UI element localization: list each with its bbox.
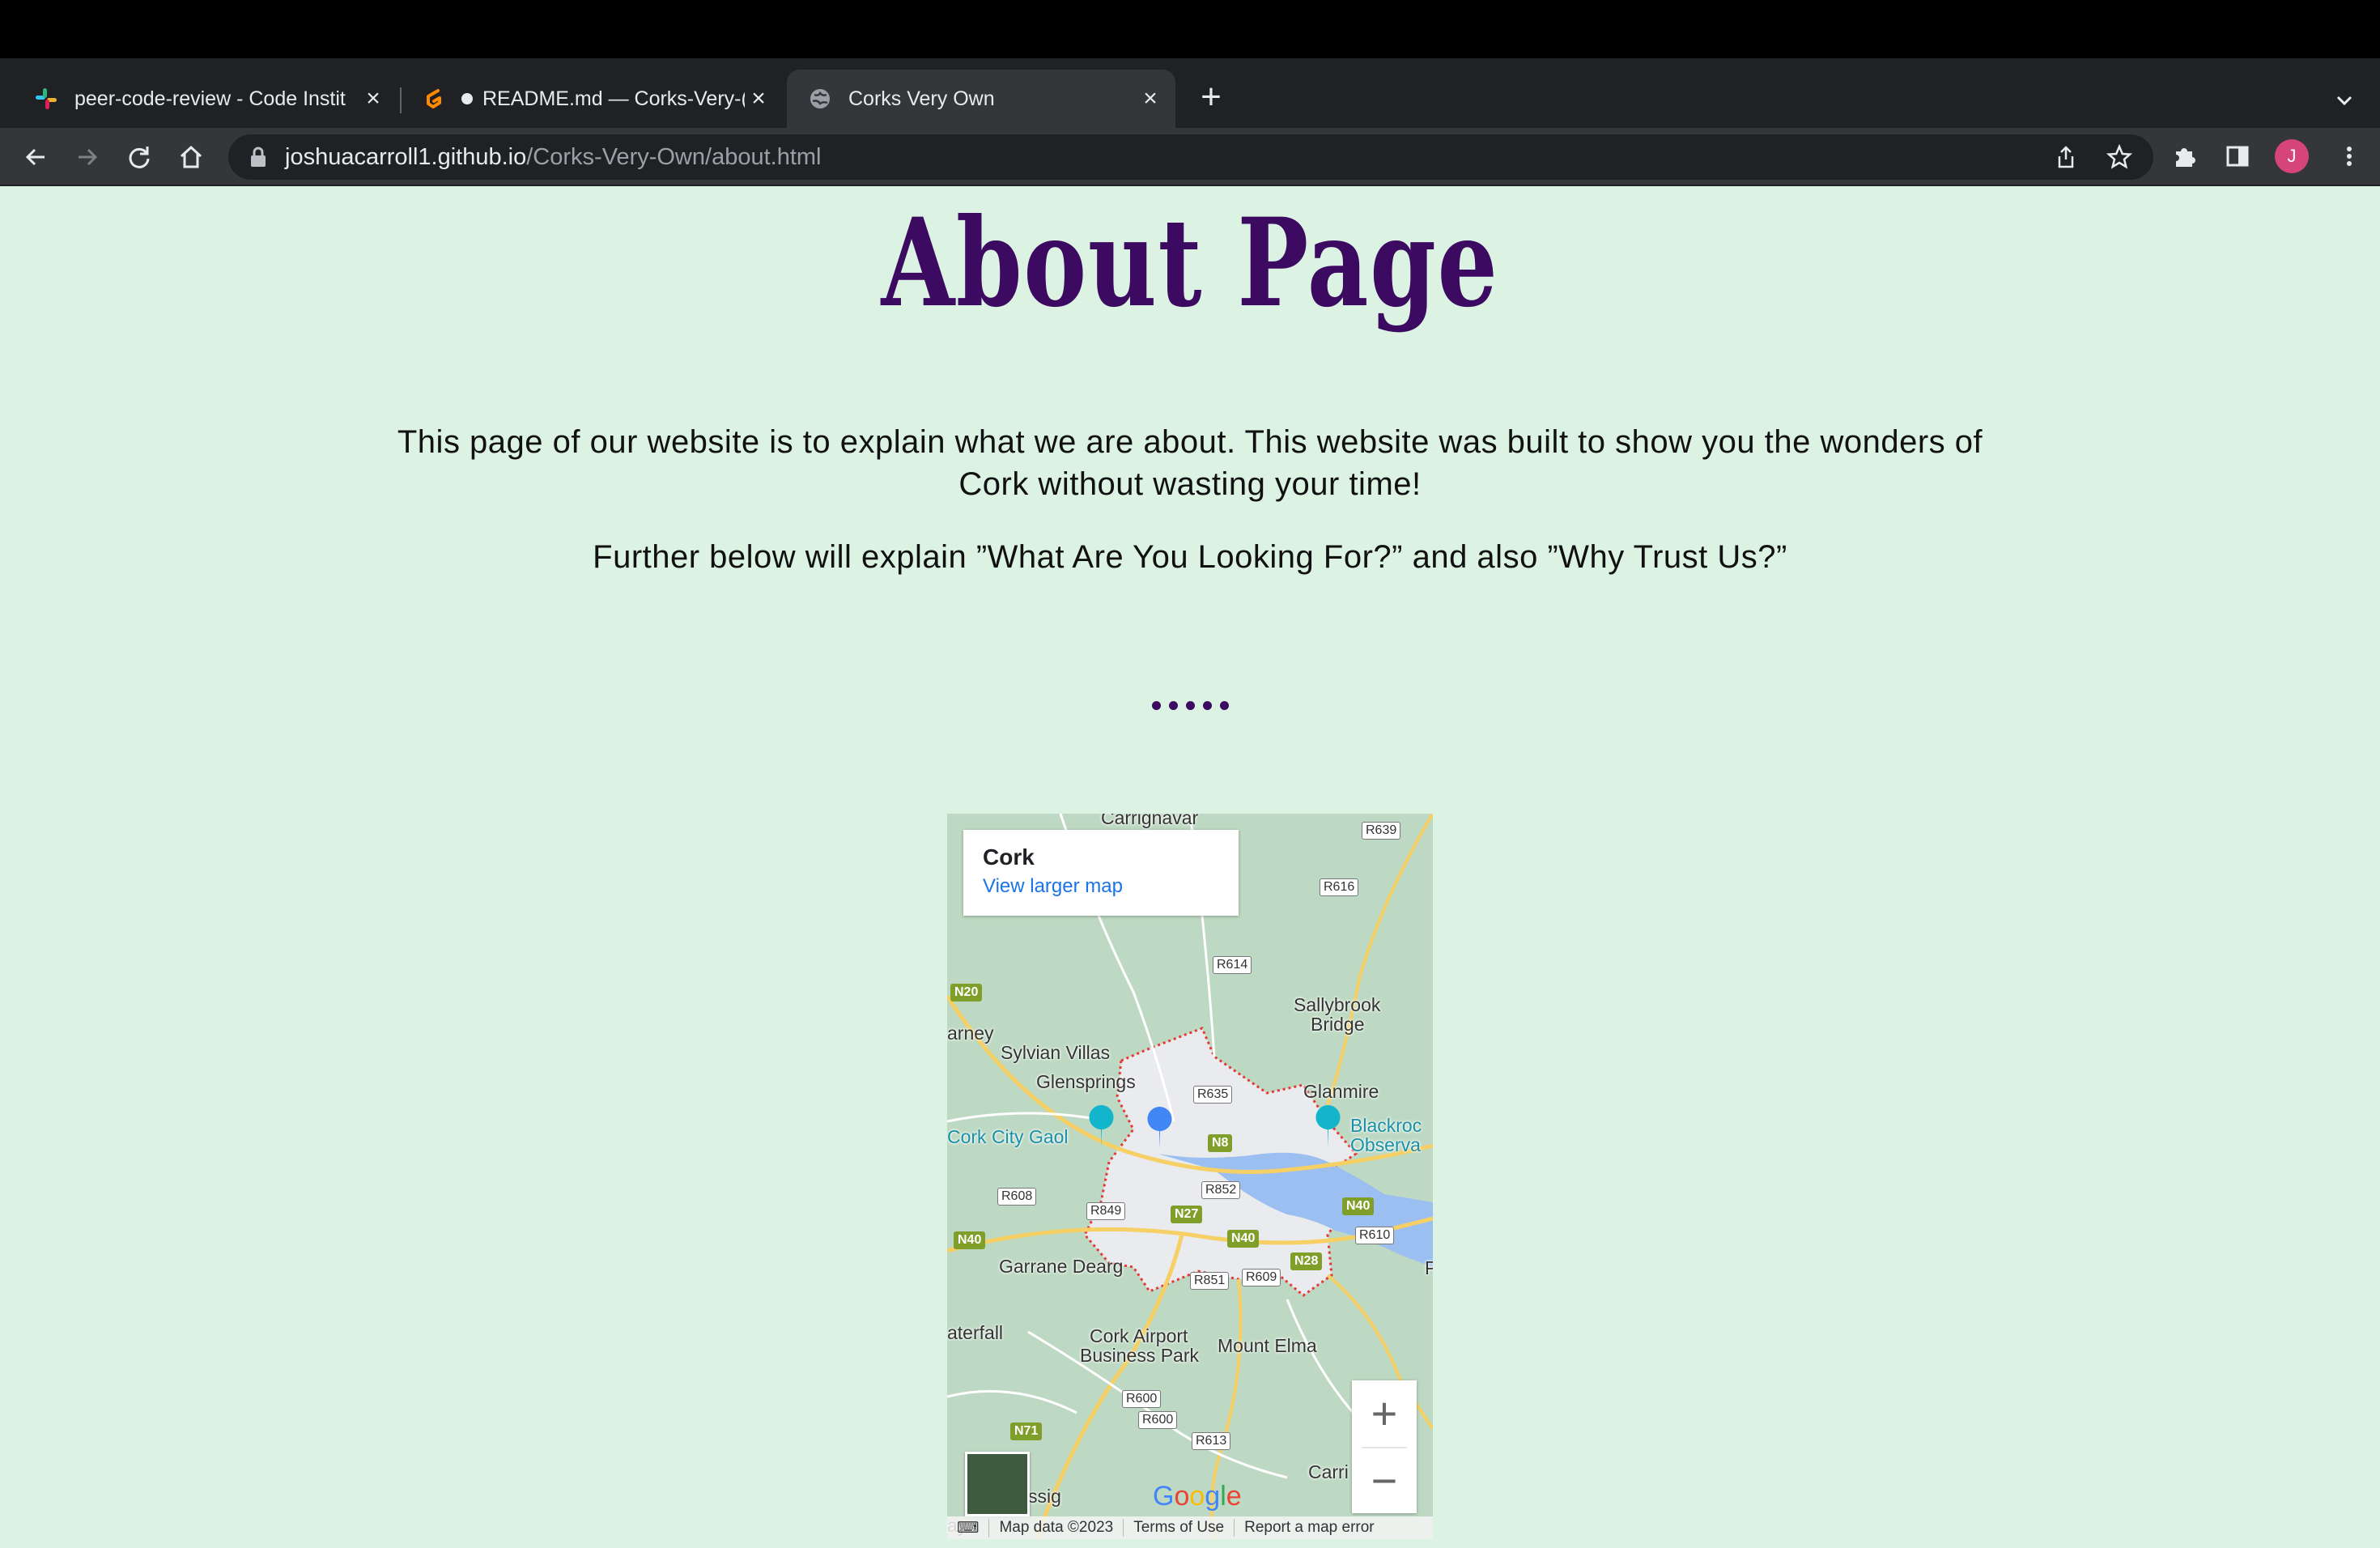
road-label: R600 <box>1138 1411 1178 1429</box>
map-label: Mount Elma <box>1218 1335 1317 1356</box>
unsaved-dot-icon <box>461 93 473 104</box>
share-icon[interactable] <box>2051 142 2080 172</box>
map-label: arney <box>947 1023 994 1044</box>
map-label: ssig <box>1028 1486 1061 1507</box>
google-logo: Google <box>1153 1481 1242 1512</box>
map-place-name: Cork <box>983 844 1035 870</box>
profile-avatar[interactable]: J <box>2275 139 2309 173</box>
map-label: Carri <box>1308 1461 1349 1482</box>
close-tab-icon[interactable]: × <box>745 85 772 113</box>
road-label: N20 <box>950 984 983 1002</box>
terms-of-use-link[interactable]: Terms of Use <box>1124 1519 1235 1537</box>
road-label: R613 <box>1192 1432 1231 1450</box>
close-tab-icon[interactable]: × <box>1137 85 1164 113</box>
view-larger-map-link[interactable]: View larger map <box>983 875 1219 898</box>
url-path: /Corks-Very-Own/about.html <box>526 143 822 170</box>
road-label: R851 <box>1190 1272 1230 1290</box>
road-label: R610 <box>1355 1227 1395 1244</box>
zoom-in-button[interactable]: + <box>1352 1380 1417 1447</box>
bookmark-star-icon[interactable] <box>2105 142 2134 172</box>
tab-corks-very-own[interactable]: Corks Very Own × <box>787 70 1175 128</box>
map-label: aterfall <box>947 1322 1004 1343</box>
gitpod-icon <box>419 85 447 113</box>
road-label: N28 <box>1290 1252 1323 1270</box>
road-label: N8 <box>1208 1134 1233 1152</box>
road-label: R600 <box>1122 1390 1162 1408</box>
back-button[interactable] <box>18 139 53 175</box>
road-label: R849 <box>1086 1202 1126 1220</box>
map-label: Sallybrook <box>1294 994 1381 1015</box>
map-poi-label[interactable]: Cork City Gaol <box>947 1126 1069 1148</box>
map-label: P <box>1425 1257 1433 1278</box>
further-text: Further below will explain ”What Are You… <box>593 539 1787 575</box>
road-label: R609 <box>1242 1269 1281 1286</box>
browser-toolbar: joshuacarroll1.github.io/Corks-Very-Own/… <box>0 128 2380 186</box>
map-zoom-controls: + − <box>1352 1380 1417 1513</box>
globe-icon <box>806 85 834 113</box>
forward-arrow-icon <box>79 148 98 166</box>
tab-search-chevron-icon[interactable] <box>2328 84 2361 117</box>
tab-title: peer-code-review - Code Instit <box>74 87 346 110</box>
tab-title: README.md — Corks-Very-( <box>482 87 745 110</box>
road-label: R608 <box>997 1188 1037 1206</box>
forward-button[interactable] <box>70 139 105 175</box>
map-label: Business Park <box>1080 1345 1200 1366</box>
map-label: Garrane Dearg <box>999 1256 1124 1277</box>
tab-readme[interactable]: README.md — Corks-Very-( × <box>402 70 784 128</box>
dotted-divider <box>1150 701 1230 712</box>
map-data-text: Map data ©2023 <box>989 1519 1124 1537</box>
road-label: N40 <box>1342 1197 1375 1215</box>
map-attribution: ⌨ Map data ©2023 Terms of Use Report a m… <box>947 1516 1433 1539</box>
road-label: R616 <box>1320 878 1359 896</box>
tab-peer-code-review[interactable]: peer-code-review - Code Instit × <box>8 70 398 128</box>
map-label: Bridge <box>1311 1014 1365 1035</box>
map-label: Glensprings <box>1036 1071 1136 1092</box>
tab-title: Corks Very Own <box>848 87 995 110</box>
intro-text: This page of our website is to explain w… <box>397 424 1983 502</box>
new-tab-button[interactable]: + <box>1193 79 1229 117</box>
page-title: About Page <box>881 192 1499 334</box>
home-button[interactable] <box>173 139 209 175</box>
side-panel-icon[interactable] <box>2223 142 2252 171</box>
satellite-view-toggle[interactable] <box>965 1452 1030 1516</box>
embedded-map[interactable]: Cork View larger map Carrignavar Sallybr… <box>947 814 1433 1539</box>
back-arrow-icon <box>25 148 45 166</box>
keyboard-shortcuts-icon[interactable]: ⌨ <box>947 1518 990 1537</box>
road-label: N40 <box>1227 1230 1260 1248</box>
road-label: N40 <box>954 1231 986 1249</box>
more-menu-icon[interactable] <box>2335 142 2364 171</box>
road-label: R639 <box>1362 822 1401 840</box>
close-tab-icon[interactable]: × <box>359 85 387 113</box>
reload-icon <box>129 147 150 168</box>
road-label: N71 <box>1010 1423 1043 1440</box>
page-content: About Page This page of our website is t… <box>0 186 2380 1548</box>
map-label: Cork Airport <box>1090 1325 1188 1346</box>
map-label: Carrignavar <box>1101 814 1199 828</box>
map-label: Glanmire <box>1303 1081 1379 1102</box>
map-info-card: Cork View larger map <box>963 830 1239 916</box>
address-bar[interactable]: joshuacarroll1.github.io/Corks-Very-Own/… <box>228 134 2153 180</box>
url-host: joshuacarroll1.github.io <box>285 143 527 170</box>
tab-bar: peer-code-review - Code Instit × README.… <box>0 58 2380 128</box>
zoom-out-button[interactable]: − <box>1352 1448 1417 1513</box>
road-label: R635 <box>1193 1086 1233 1104</box>
home-icon <box>180 145 202 168</box>
map-label: Sylvian Villas <box>1001 1042 1111 1063</box>
map-poi-label[interactable]: Observa <box>1350 1134 1421 1156</box>
road-label: R852 <box>1201 1181 1241 1199</box>
map-poi-label[interactable]: Blackroc <box>1350 1115 1422 1137</box>
slack-icon <box>32 85 60 113</box>
extensions-puzzle-icon[interactable] <box>2170 142 2199 171</box>
lock-icon <box>251 147 266 167</box>
reload-button[interactable] <box>121 139 157 175</box>
road-label: R614 <box>1213 956 1252 974</box>
report-map-error-link[interactable]: Report a map error <box>1235 1519 1384 1537</box>
road-label: N27 <box>1171 1206 1203 1223</box>
os-menu-bar <box>0 0 2380 58</box>
